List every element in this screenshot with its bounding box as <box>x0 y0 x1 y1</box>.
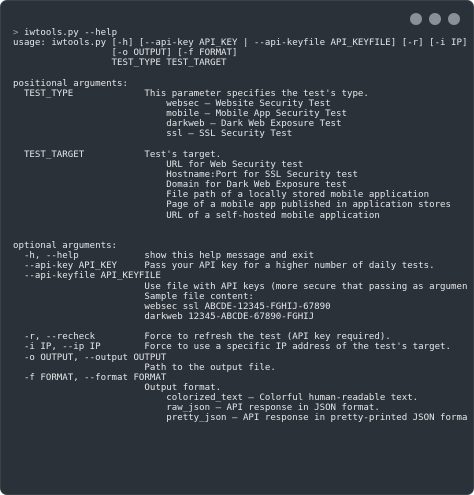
prompt-icon: > <box>13 28 19 38</box>
output-line: [-o OUTPUT] [-f FORMAT] <box>13 48 238 59</box>
output-line: URL of a self-hosted mobile application <box>13 210 380 221</box>
output-line: -r, --recheck Force to refresh the test … <box>13 332 391 343</box>
window-control-dot-icon[interactable] <box>429 13 441 25</box>
prompt-command: iwtools.py --help <box>23 28 118 38</box>
terminal-output[interactable]: > iwtools.py --help usage: iwtools.py [-… <box>13 28 467 423</box>
output-line: TEST_TYPE TEST_TARGET <box>13 58 227 69</box>
output-line: colorized_text — Colorful human-readable… <box>13 393 419 404</box>
window-control-dot-icon[interactable] <box>410 13 422 25</box>
output-line: optional arguments: <box>13 240 118 251</box>
output-line: darkweb 12345-ABCDE-67890-FGHIJ <box>13 311 315 322</box>
output-line: -o OUTPUT, --output OUTPUT <box>13 352 167 363</box>
output-line: Output format. <box>13 382 222 393</box>
output-line: positional arguments: <box>13 78 128 89</box>
output-line: URL for Web Security test <box>13 159 304 170</box>
output-line: Sample file content: <box>13 291 254 302</box>
output-line: File path of a locally stored mobile app… <box>13 190 430 201</box>
terminal-window: > iwtools.py --help usage: iwtools.py [-… <box>0 0 474 495</box>
output-line: raw_json — API response in JSON format. <box>13 403 380 414</box>
output-line: pretty_json — API response in pretty-pri… <box>13 413 467 424</box>
window-controls <box>410 13 460 25</box>
output-line: Domain for Dark Web Exposure test <box>13 180 347 191</box>
output-line: --api-key API_KEY Pass your API key for … <box>13 261 435 272</box>
output-line: -f FORMAT, --format FORMAT <box>13 372 167 383</box>
output-line: -i IP, --ip IP Force to use a specific I… <box>13 342 451 353</box>
output-line: usage: iwtools.py [-h] [--api-key API_KE… <box>13 38 467 49</box>
output-line: --api-keyfile API_KEYFILE <box>13 271 161 282</box>
output-line: websec ssl ABCDE-12345-FGHIJ-67890 <box>13 301 331 312</box>
output-line: -h, --help show this help message and ex… <box>13 251 315 262</box>
window-control-dot-icon[interactable] <box>448 13 460 25</box>
prompt-line: > iwtools.py --help <box>13 28 467 38</box>
output-line: mobile — Mobile App Security Test <box>13 109 347 120</box>
output-line: Hostname:Port for SSL Security test <box>13 169 358 180</box>
output-line: TEST_TARGET Test's target. <box>13 149 222 160</box>
output-line: websec — Website Security Test <box>13 98 331 109</box>
output-line: Path to the output file. <box>13 362 276 373</box>
output-line: ssl — SSL Security Test <box>13 129 293 140</box>
output-line: TEST_TYPE This parameter specifies the t… <box>13 88 369 99</box>
output-line: darkweb — Dark Web Exposure Test <box>13 119 342 130</box>
output-line: Page of a mobile app published in applic… <box>13 200 451 211</box>
output-line: Use file with API keys (more secure that… <box>13 281 467 292</box>
